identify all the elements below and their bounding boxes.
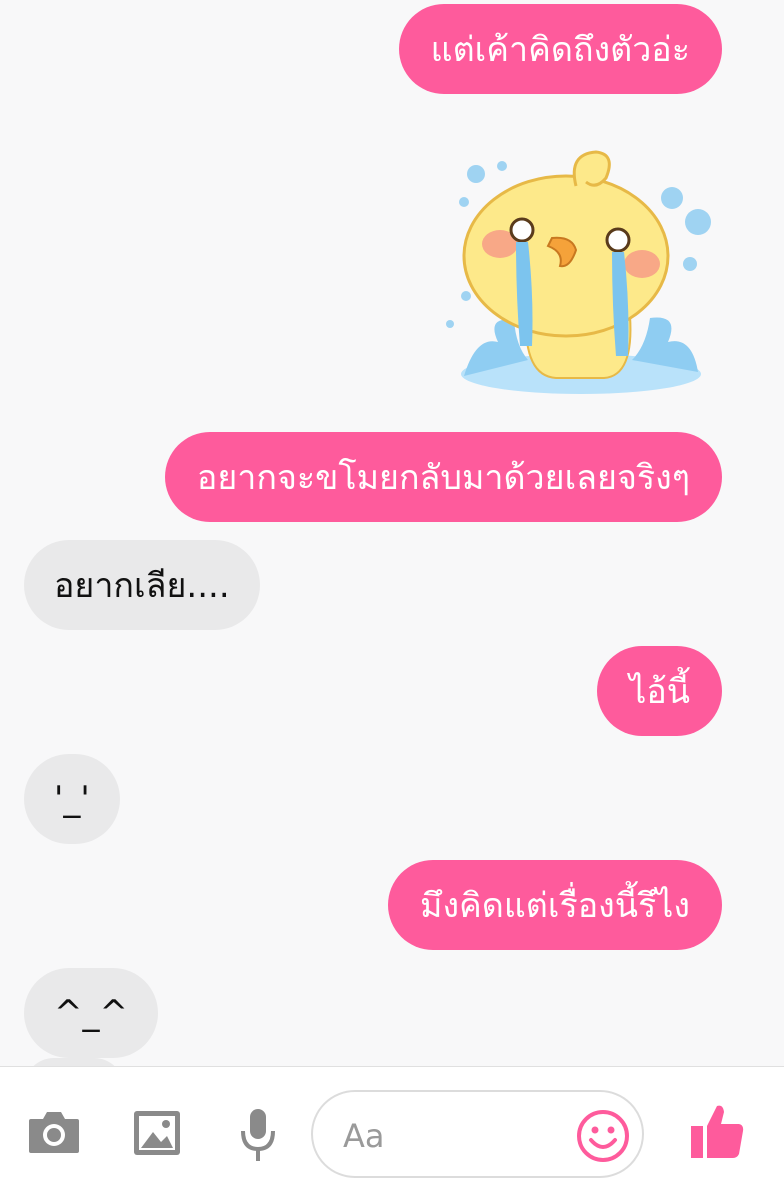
crying-chick-icon: [446, 150, 711, 394]
message-outgoing[interactable]: อยากจะขโมยกลับมาด้วยเลยจริงๆ: [164, 432, 722, 522]
message-text: อยากเลีย....: [54, 566, 230, 606]
composer: [311, 1090, 644, 1178]
message-outgoing[interactable]: แต่เค้าคิดถึงตัวอ่ะ: [398, 4, 722, 94]
message-text: '_': [54, 779, 90, 819]
message-text: อยากจะขโมยกลับมาด้วยเลยจริงๆ: [196, 458, 690, 498]
chat-screen: แต่เค้าคิดถึงตัวอ่ะ อยากจะขโมยกลับมาด้วย…: [0, 0, 784, 1200]
message-text: มึงคิดแต่เรื่องนี้รึไง: [420, 886, 690, 926]
camera-icon[interactable]: [26, 1107, 82, 1157]
message-text: ไอ้นี้: [629, 672, 690, 712]
sticker-crying-chick[interactable]: [436, 146, 726, 408]
message-incoming[interactable]: '_': [24, 754, 120, 844]
image-icon[interactable]: [132, 1109, 182, 1157]
message-toolbar: [0, 1066, 784, 1200]
message-outgoing[interactable]: ไอ้นี้: [597, 646, 722, 736]
message-outgoing[interactable]: มึงคิดแต่เรื่องนี้รึไง: [388, 860, 722, 950]
emoji-icon[interactable]: [575, 1108, 631, 1164]
thumbs-up-icon[interactable]: [688, 1101, 746, 1161]
message-input[interactable]: [341, 1110, 565, 1162]
microphone-icon[interactable]: [236, 1107, 280, 1163]
message-incoming[interactable]: อยากเลีย....: [24, 540, 260, 630]
message-incoming[interactable]: ^_^: [24, 968, 158, 1058]
message-text: แต่เค้าคิดถึงตัวอ่ะ: [430, 30, 690, 70]
message-text: ^_^: [54, 993, 128, 1033]
